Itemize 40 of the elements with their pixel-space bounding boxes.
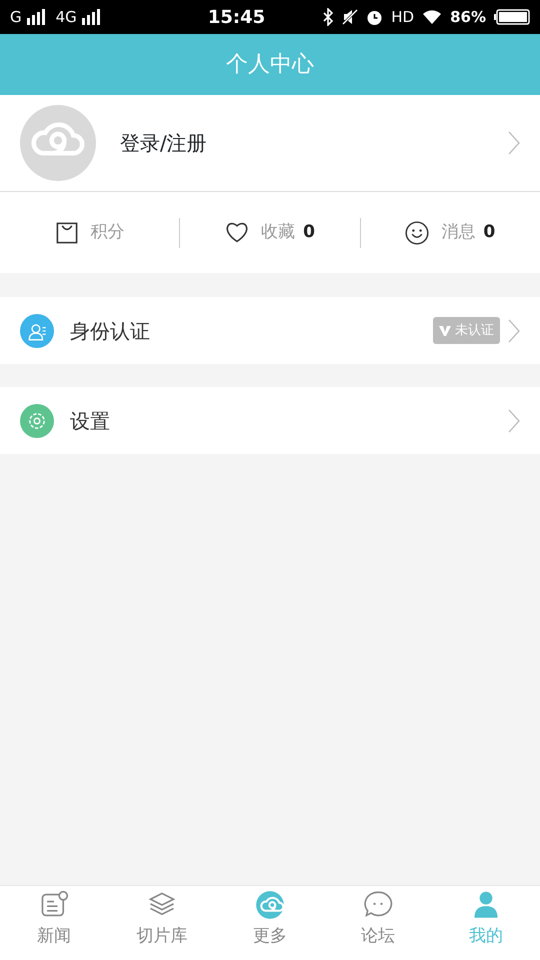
stat-label[interactable]: 积分 <box>90 220 125 246</box>
menu-row[interactable]: 身份认证 未认证 <box>0 297 540 364</box>
tab[interactable]: 新闻 <box>0 886 108 960</box>
tab[interactable]: 论坛 <box>324 886 432 960</box>
stat-count: 0 <box>483 220 496 244</box>
menu-row[interactable]: 设置 <box>0 387 540 454</box>
mute-icon <box>342 9 358 25</box>
network-label: 4G <box>56 6 77 28</box>
cloud-logo-icon <box>255 890 285 920</box>
chevron-icon <box>508 408 520 432</box>
person-icon <box>20 314 54 348</box>
status-badge: 未认证 <box>433 316 500 344</box>
login-label: 登录/注册 <box>120 130 208 157</box>
hd-label: HD <box>391 6 414 28</box>
stat-count: 0 <box>303 220 315 244</box>
battery-percent: 86% <box>450 6 486 28</box>
wifi-icon <box>422 9 442 25</box>
stat-label[interactable]: 收藏 <box>261 220 296 246</box>
chevron-icon <box>508 318 520 342</box>
gear-icon <box>20 404 54 438</box>
menu-label: 设置 <box>70 408 111 434</box>
bag-icon <box>54 220 79 244</box>
tab[interactable]: 更多 <box>216 886 324 960</box>
chevron-icon <box>508 131 520 155</box>
smiley-icon <box>405 220 430 244</box>
page-title: 个人中心 <box>226 51 314 79</box>
clock: 15:45 <box>206 6 266 30</box>
signal-icon <box>26 9 48 25</box>
menu-label: 身份认证 <box>70 318 151 344</box>
signal-icon <box>80 9 103 25</box>
tab[interactable]: 切片库 <box>108 886 216 960</box>
login-row[interactable]: 登录/注册 <box>0 95 540 192</box>
tab[interactable]: 我的 <box>432 886 540 960</box>
carrier-label: G <box>10 6 22 28</box>
heart-icon <box>225 220 250 244</box>
v-icon <box>439 326 451 336</box>
battery-icon <box>494 9 530 25</box>
alarm-icon <box>366 8 384 26</box>
bluetooth-icon <box>322 8 334 26</box>
stat-label[interactable]: 消息 <box>441 220 476 246</box>
